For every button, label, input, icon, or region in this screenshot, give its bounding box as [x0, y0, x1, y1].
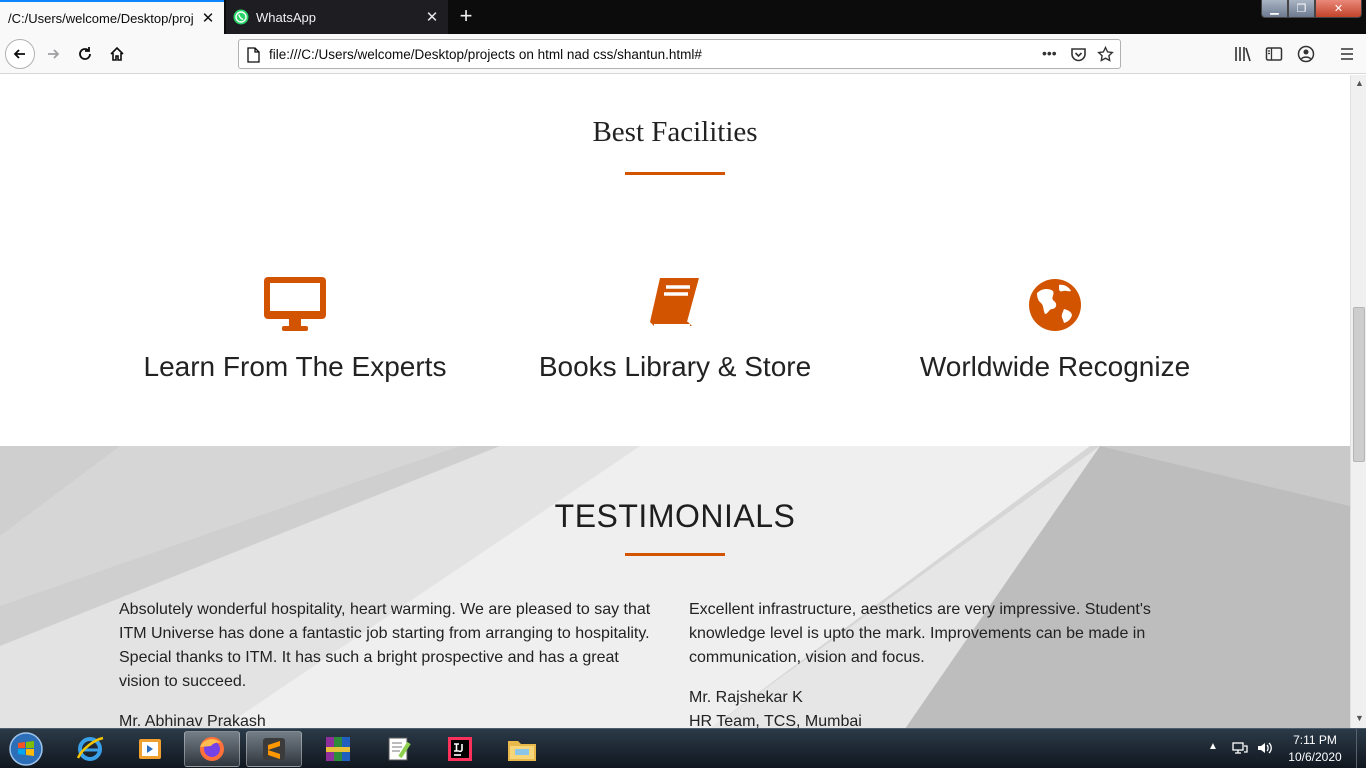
network-icon[interactable]	[1232, 741, 1248, 755]
home-icon	[110, 46, 124, 61]
facility-worldwide-recognize: Worldwide Recognize	[855, 275, 1255, 383]
back-arrow-icon	[13, 49, 25, 59]
address-bar[interactable]: file:///C:/Users/welcome/Desktop/project…	[238, 39, 1121, 69]
testimonials-heading: TESTIMONIALS	[554, 498, 796, 534]
facility-learn-from-experts: Learn From The Experts	[95, 275, 495, 383]
library-icon[interactable]	[1234, 45, 1252, 63]
forward-button[interactable]	[38, 39, 68, 69]
window-close-button[interactable]: ✕	[1315, 0, 1362, 18]
book-icon	[650, 277, 701, 326]
testimonial-author: Mr. Rajshekar K	[689, 689, 803, 706]
volume-icon[interactable]	[1257, 741, 1273, 755]
windows-taskbar: ▲ 7:11 PM 10/6/2020	[0, 728, 1366, 768]
page-actions-button[interactable]: •••	[1042, 45, 1057, 61]
reload-icon	[79, 47, 91, 60]
media-player-icon	[139, 739, 161, 759]
back-button[interactable]	[5, 39, 35, 69]
bookmark-star-icon[interactable]	[1097, 46, 1114, 63]
clock-time: 7:11 PM	[1293, 733, 1337, 747]
notepad-plus-plus-icon	[388, 737, 411, 761]
window-minimize-button[interactable]: ▁	[1261, 0, 1288, 18]
testimonial-card: Absolutely wonderful hospitality, heart …	[119, 598, 659, 728]
testimonial-author-role: HR Team, TCS, Mumbai	[689, 713, 862, 728]
tab-close-icon[interactable]: ✕	[200, 10, 216, 27]
tab-shantun-page[interactable]: /C:/Users/welcome/Desktop/projects ✕	[0, 0, 224, 34]
testimonials-section: TESTIMONIALS Absolutely wonderful hospit…	[0, 446, 1350, 728]
taskbar-media-player[interactable]	[122, 731, 178, 767]
window-maximize-button[interactable]: ❐	[1288, 0, 1315, 18]
globe-icon	[1029, 279, 1081, 331]
taskbar-winrar[interactable]	[310, 731, 366, 767]
taskbar-firefox[interactable]	[184, 731, 240, 767]
page-vertical-scrollbar[interactable]: ▲ ▼	[1350, 75, 1366, 728]
facility-label: Worldwide Recognize	[919, 351, 1191, 382]
desktop-monitor-icon	[264, 277, 326, 331]
facility-label: Books Library & Store	[538, 351, 812, 382]
tab-title: /C:/Users/welcome/Desktop/projects	[8, 10, 194, 26]
winrar-icon	[326, 737, 350, 761]
scrollbar-thumb[interactable]	[1353, 307, 1365, 462]
taskbar-sublime-text[interactable]	[246, 731, 302, 767]
forward-arrow-icon	[48, 49, 60, 59]
taskbar-internet-explorer[interactable]	[62, 731, 118, 767]
tab-whatsapp[interactable]: WhatsApp ✕	[226, 0, 448, 34]
heading-underline	[625, 553, 725, 556]
taskbar-clock[interactable]: 7:11 PM 10/6/2020	[1280, 732, 1350, 766]
page-icon	[247, 47, 260, 63]
facilities-heading: Best Facilities	[592, 116, 758, 148]
testimonial-text: Absolutely wonderful hospitality, heart …	[119, 601, 651, 690]
show-hidden-icons-icon[interactable]: ▲	[1208, 741, 1218, 752]
new-tab-button[interactable]: +	[454, 5, 478, 29]
url-text: file:///C:/Users/welcome/Desktop/project…	[269, 47, 702, 62]
sublime-text-icon	[263, 738, 285, 760]
internet-explorer-icon	[76, 736, 104, 761]
sidebar-toggle-icon[interactable]	[1265, 45, 1283, 63]
taskbar-intellij-idea[interactable]	[432, 731, 488, 767]
pocket-icon[interactable]	[1070, 46, 1087, 63]
tab-close-icon[interactable]: ✕	[424, 9, 440, 26]
show-desktop-button[interactable]	[1356, 729, 1366, 768]
reload-button[interactable]	[70, 39, 100, 69]
web-page: Best Facilities Learn From The Experts B…	[0, 75, 1350, 728]
scroll-down-arrow-icon[interactable]: ▼	[1355, 713, 1364, 723]
home-button[interactable]	[102, 39, 132, 69]
testimonial-text: Excellent infrastructure, aesthetics are…	[689, 601, 1151, 666]
taskbar-file-explorer[interactable]	[494, 731, 550, 767]
scroll-up-arrow-icon[interactable]: ▲	[1355, 78, 1364, 88]
facility-books-library: Books Library & Store	[475, 275, 875, 383]
facility-label: Learn From The Experts	[143, 351, 447, 382]
intellij-idea-icon	[448, 737, 472, 761]
hamburger-menu-icon[interactable]	[1338, 45, 1356, 63]
taskbar-notepad-plus-plus[interactable]	[370, 731, 426, 767]
account-icon[interactable]	[1297, 45, 1315, 63]
browser-toolbar: file:///C:/Users/welcome/Desktop/project…	[0, 34, 1366, 74]
clock-date: 10/6/2020	[1288, 750, 1342, 764]
windows-start-button-icon[interactable]	[6, 731, 46, 767]
folder-icon	[508, 741, 536, 761]
browser-tab-strip: /C:/Users/welcome/Desktop/projects ✕ Wha…	[0, 0, 1366, 34]
tab-title: WhatsApp	[256, 9, 316, 25]
testimonial-author: Mr. Abhinav Prakash	[119, 713, 266, 728]
testimonial-card: Excellent infrastructure, aesthetics are…	[689, 598, 1169, 728]
heading-underline	[625, 172, 725, 175]
firefox-icon	[200, 737, 224, 761]
whatsapp-icon	[233, 9, 249, 25]
